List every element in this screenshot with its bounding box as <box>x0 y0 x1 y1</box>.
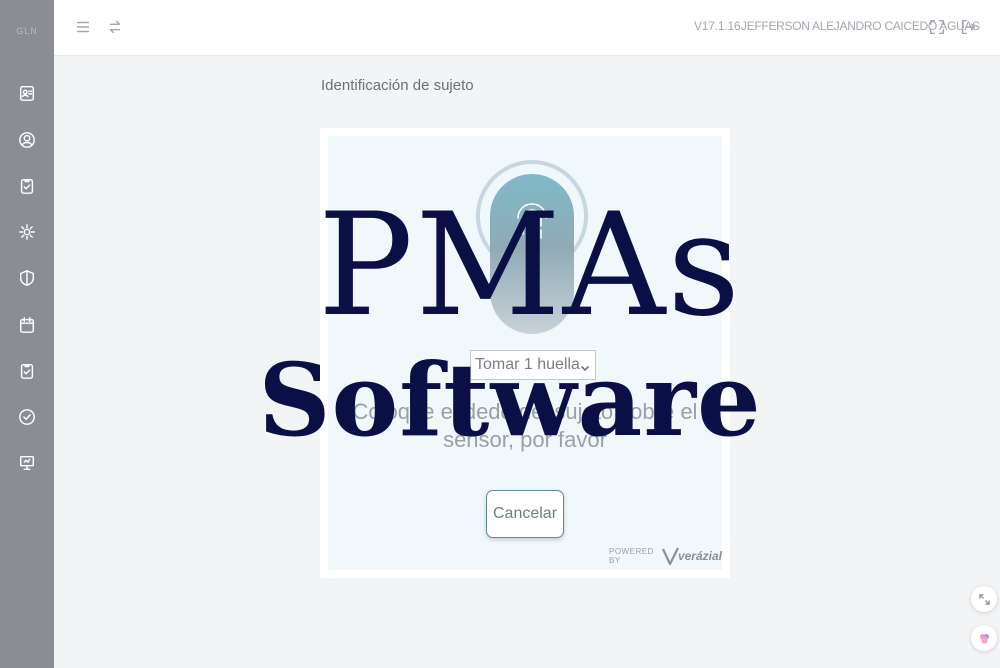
vendor-name: verázial <box>677 549 722 563</box>
menu-icon <box>76 21 90 33</box>
logout-icon <box>961 19 976 35</box>
sidebar-brand: GLN <box>16 26 38 36</box>
sidebar-item-settings[interactable] <box>17 222 37 242</box>
capture-mode-select[interactable]: Tomar 1 huella <box>470 350 596 380</box>
resize-button[interactable] <box>971 586 997 612</box>
fingerprint-capture-card: Tomar 1 huella Coloque el dedo del sujet… <box>320 128 730 578</box>
fingerprint-graphic <box>490 174 574 334</box>
resize-icon <box>978 593 990 605</box>
swap-arrows-icon <box>109 20 121 34</box>
swap-button[interactable] <box>104 16 126 38</box>
brain-icon <box>979 633 989 644</box>
expand-icon <box>929 19 945 35</box>
presentation-icon <box>19 455 35 471</box>
capture-panel: Tomar 1 huella Coloque el dedo del sujet… <box>328 136 722 570</box>
capture-mode-value: Tomar 1 huella <box>475 356 580 373</box>
shield-icon <box>19 270 35 286</box>
page-title: Identificación de sujeto <box>321 77 474 94</box>
powered-by: POWERED BY verázial <box>609 546 722 566</box>
menu-button[interactable] <box>72 16 94 38</box>
sidebar-item-verify[interactable] <box>17 407 37 427</box>
app-version: V17.1.16 <box>694 19 741 33</box>
sidebar-item-security[interactable] <box>17 268 37 288</box>
check-circle-icon <box>19 409 35 425</box>
cancel-button[interactable]: Cancelar <box>486 490 564 538</box>
logout-button[interactable] <box>957 16 979 38</box>
powered-by-label: POWERED BY <box>609 547 654 565</box>
sidebar-item-checklist[interactable] <box>17 361 37 381</box>
clipboard-check-icon <box>20 178 34 194</box>
sidebar-item-calendar[interactable] <box>17 315 37 335</box>
assistant-button[interactable] <box>971 625 997 651</box>
capture-instruction: Coloque el dedo del sujeto sobre el sens… <box>352 399 698 452</box>
clipboard-check-icon <box>20 363 34 379</box>
fingerprint-icon <box>517 203 547 240</box>
gear-icon <box>19 224 35 240</box>
id-card-icon <box>19 85 35 101</box>
calendar-icon <box>19 317 35 333</box>
fullscreen-button[interactable] <box>926 16 948 38</box>
sidebar-item-identification[interactable] <box>17 83 37 103</box>
sidebar: GLN <box>0 0 54 668</box>
sidebar-item-reports[interactable] <box>17 453 37 473</box>
user-circle-icon <box>19 132 35 148</box>
sidebar-item-tasks[interactable] <box>17 176 37 196</box>
sidebar-item-user[interactable] <box>17 130 37 150</box>
topbar: V17.1.16 JEFFERSON ALEJANDRO CAICEDO AGU… <box>54 0 1000 56</box>
chevron-down-icon <box>580 360 590 372</box>
